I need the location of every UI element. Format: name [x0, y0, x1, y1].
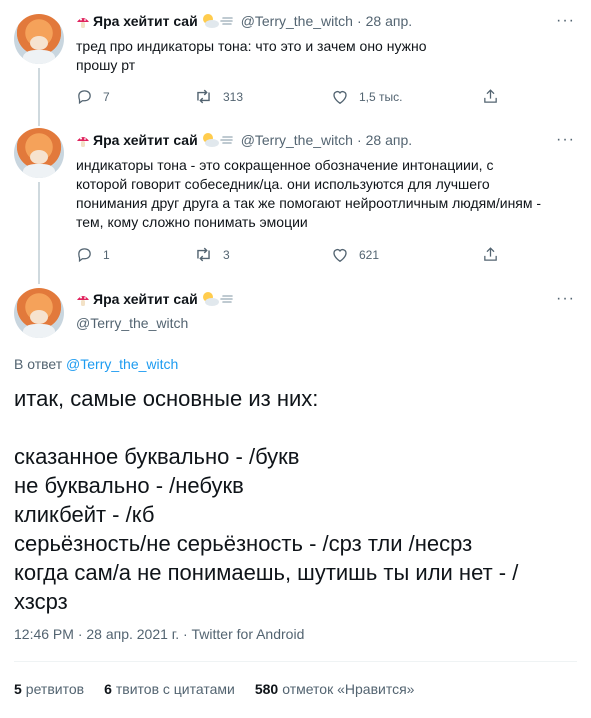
retweet-count: 3: [223, 247, 230, 262]
tweet-header: Яра хейтит сай @Terry_the_witch · 28 апр…: [76, 13, 412, 29]
main-tweet-text: итак, самые основные из них: сказанное б…: [14, 384, 574, 616]
tweet-date[interactable]: 28 апр.: [366, 132, 413, 148]
mushroom-icon: [76, 16, 90, 29]
reply-button[interactable]: 1: [76, 246, 110, 263]
tweet-actions: 7 313 1,5 тыс.: [76, 88, 506, 108]
text-line: когда сам/а не понимаешь, шутишь ты или …: [14, 560, 519, 585]
text-line: итак, самые основные из них:: [14, 386, 319, 411]
text-line: кликбейт - /кб: [14, 502, 155, 527]
quotes-stat[interactable]: 6 твитов с цитатами: [104, 681, 235, 697]
mushroom-icon: [76, 294, 90, 307]
tweet-2[interactable]: Яра хейтит сай @Terry_the_witch · 28 апр…: [0, 126, 591, 284]
like-count: 621: [359, 247, 380, 262]
retweet-button[interactable]: 313: [194, 88, 243, 105]
retweet-icon: [197, 247, 210, 262]
reply-count: 7: [103, 89, 110, 104]
engagement-stats: 5 ретвитов 6 твитов с цитатами 580 отметок …: [14, 681, 434, 697]
retweets-label: ретвитов: [25, 681, 85, 697]
sun-cloud-icon: [201, 132, 235, 148]
reply-count: 1: [103, 247, 110, 262]
heart-icon: [333, 248, 347, 263]
like-count: 1,5 тыс.: [359, 89, 403, 104]
tweet-actions: 1 3 621: [76, 246, 506, 266]
tweet-1[interactable]: Яра хейтит сай @Terry_the_witch · 28 апр…: [0, 0, 591, 126]
retweets-stat[interactable]: 5 ретвитов: [14, 681, 84, 697]
user-handle[interactable]: @Terry_the_witch: [241, 132, 353, 148]
tweet-timestamp[interactable]: 12:46 PM · 28 апр. 2021 г. · Twitter for…: [14, 626, 304, 642]
retweet-count: 313: [223, 89, 244, 104]
quotes-count: 6: [104, 681, 112, 697]
likes-label: отметок «Нравится»: [282, 681, 415, 697]
sun-cloud-icon: [201, 13, 235, 29]
separator-dot: ·: [356, 13, 362, 29]
reply-button[interactable]: 7: [76, 88, 110, 105]
tweet-header: Яра хейтит сай: [76, 291, 241, 307]
retweets-count: 5: [14, 681, 22, 697]
likes-stat[interactable]: 580 отметок «Нравится»: [255, 681, 415, 697]
reply-to-prefix: В ответ: [14, 356, 67, 372]
reply-to-handle-link[interactable]: @Terry_the_witch: [66, 356, 178, 372]
separator-dot: ·: [356, 132, 362, 148]
likes-count: 580: [254, 681, 279, 697]
avatar[interactable]: [14, 14, 64, 64]
text-line: не буквально - /небукв: [14, 473, 244, 498]
share-icon: [484, 247, 497, 261]
share-icon: [484, 89, 497, 103]
sun-cloud-icon: [201, 291, 235, 307]
tweet-text: индикаторы тона - это сокращенное обозна…: [76, 157, 542, 230]
text-line: [14, 413, 574, 442]
like-button[interactable]: 1,5 тыс.: [331, 88, 402, 105]
text-line: сказанное буквально - /букв: [14, 444, 300, 469]
quotes-label: твитов с цитатами: [115, 681, 235, 697]
retweet-icon: [197, 89, 210, 104]
more-options-button[interactable]: ···: [556, 290, 575, 308]
avatar[interactable]: [14, 128, 64, 178]
retweet-button[interactable]: 3: [194, 246, 230, 263]
reply-to-line: В ответ @Terry_the_witch: [14, 356, 178, 372]
more-options-button[interactable]: ···: [556, 131, 575, 149]
user-handle[interactable]: @Terry_the_witch: [241, 13, 353, 29]
user-handle[interactable]: @Terry_the_witch: [76, 315, 188, 331]
share-button[interactable]: [482, 246, 509, 263]
text-line: хзсрз: [14, 589, 68, 614]
reply-icon: [78, 248, 91, 263]
display-name[interactable]: Яра хейтит сай: [93, 132, 198, 148]
display-name[interactable]: Яра хейтит сай: [93, 291, 198, 307]
share-button[interactable]: [482, 88, 509, 105]
display-name[interactable]: Яра хейтит сай: [93, 13, 198, 29]
tweet-text: тред про индикаторы тона: что это и заче…: [76, 38, 427, 73]
reply-icon: [78, 90, 91, 105]
handle-row: @Terry_the_witch: [76, 315, 188, 331]
tweet-date[interactable]: 28 апр.: [366, 13, 413, 29]
divider: [14, 661, 577, 662]
tweet-header: Яра хейтит сай @Terry_the_witch · 28 апр…: [76, 132, 412, 148]
heart-icon: [333, 90, 347, 105]
avatar[interactable]: [14, 288, 64, 338]
more-options-button[interactable]: ···: [556, 12, 575, 30]
like-button[interactable]: 621: [331, 246, 379, 263]
mushroom-icon: [76, 135, 90, 148]
text-line: серьёзность/не серьёзность - /срз тли /н…: [14, 531, 473, 556]
